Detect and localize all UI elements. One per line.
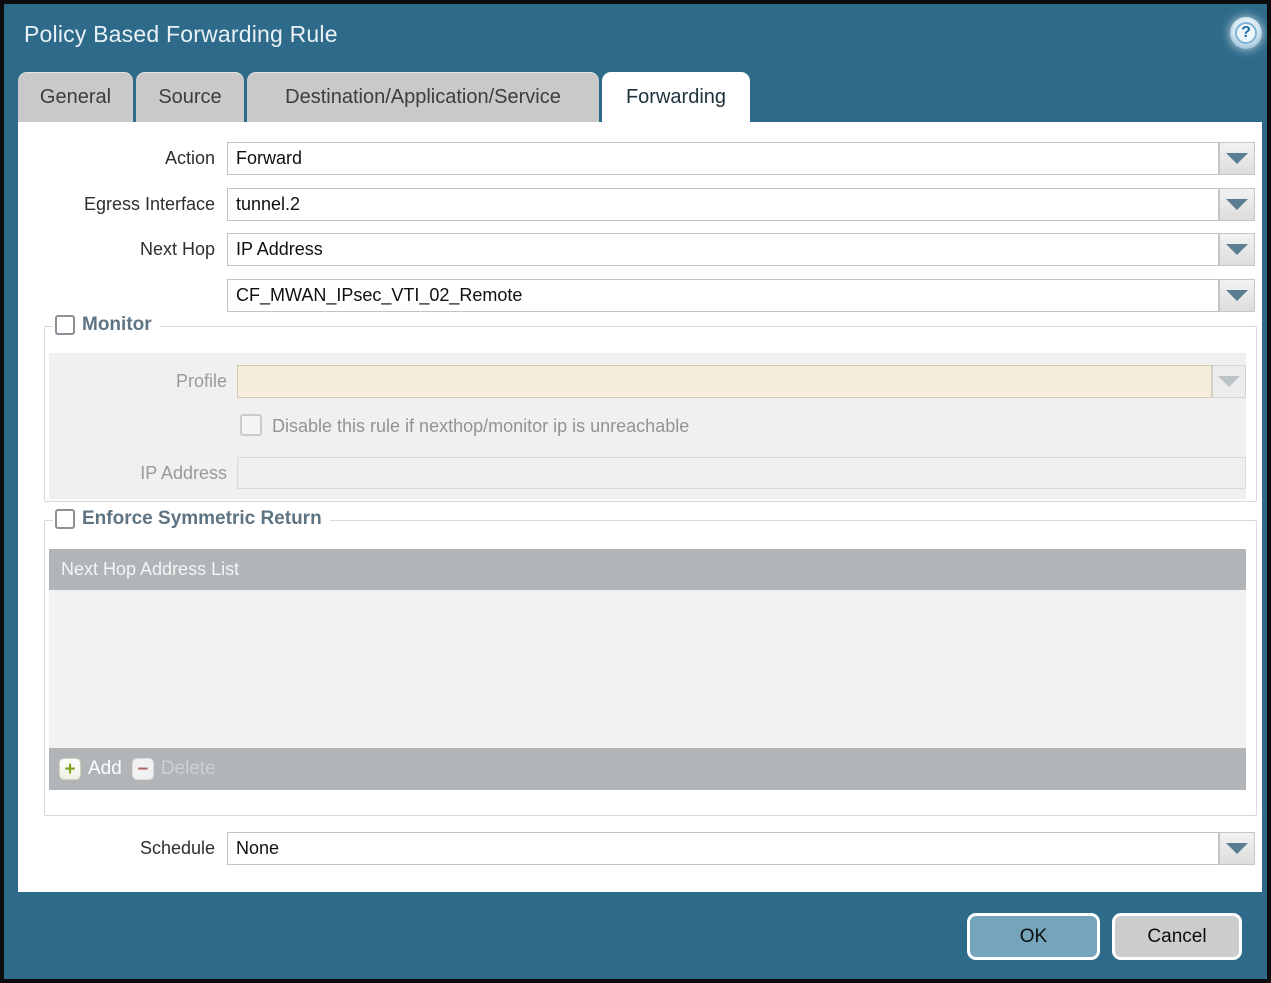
schedule-label: Schedule (18, 832, 215, 865)
monitor-fieldset: Monitor Profile Disable this rule if nex… (44, 326, 1257, 502)
monitor-profile-dropdown-button (1212, 365, 1246, 398)
next-hop-address-list-header: Next Hop Address List (49, 549, 1246, 590)
tab-forwarding-label: Forwarding (626, 86, 726, 109)
dialog-title: Policy Based Forwarding Rule (24, 21, 338, 48)
action-input[interactable] (227, 142, 1219, 175)
next-hop-address-list-header-label: Next Hop Address List (61, 559, 239, 580)
ok-button[interactable]: OK (967, 913, 1100, 960)
help-icon[interactable]: ? (1230, 17, 1262, 49)
plus-icon: + (59, 758, 81, 780)
enforce-symmetric-return-fieldset: Enforce Symmetric Return Next Hop Addres… (44, 520, 1257, 816)
delete-button: − Delete (132, 758, 216, 780)
ok-button-label: OK (1020, 926, 1047, 948)
chevron-down-icon (1226, 290, 1248, 301)
tab-forwarding[interactable]: Forwarding (602, 72, 750, 123)
egress-interface-label: Egress Interface (18, 188, 215, 221)
next-hop-label: Next Hop (18, 233, 215, 266)
next-hop-address-input[interactable] (227, 279, 1219, 312)
next-hop-address-dropdown-button[interactable] (1219, 279, 1255, 312)
next-hop-address-list-toolbar: + Add − Delete (49, 748, 1246, 790)
schedule-input[interactable] (227, 832, 1219, 865)
tab-general-label: General (40, 86, 111, 109)
cancel-button[interactable]: Cancel (1112, 913, 1242, 960)
minus-icon: − (132, 758, 154, 780)
enforce-symmetric-return-checkbox[interactable] (55, 509, 75, 529)
chevron-down-icon (1218, 376, 1240, 387)
schedule-dropdown-button[interactable] (1219, 832, 1255, 865)
disable-rule-checkbox (240, 414, 262, 436)
monitor-legend: Monitor (53, 314, 160, 336)
monitor-legend-label: Monitor (82, 314, 152, 336)
cancel-button-label: Cancel (1147, 926, 1206, 948)
chevron-down-icon (1226, 153, 1248, 164)
action-label: Action (18, 142, 215, 175)
disable-rule-label: Disable this rule if nexthop/monitor ip … (272, 416, 689, 437)
monitor-checkbox[interactable] (55, 315, 75, 335)
monitor-profile-input (237, 365, 1212, 398)
delete-button-label: Delete (161, 758, 216, 780)
tab-destination-label: Destination/Application/Service (285, 86, 561, 109)
tab-destination-application-service[interactable]: Destination/Application/Service (247, 72, 599, 122)
monitor-ip-address-input (237, 457, 1246, 489)
tab-source[interactable]: Source (136, 72, 244, 122)
enforce-symmetric-return-legend: Enforce Symmetric Return (53, 508, 330, 530)
next-hop-address-list-body[interactable] (49, 590, 1246, 748)
add-button-label: Add (88, 758, 122, 780)
enforce-symmetric-return-label: Enforce Symmetric Return (82, 508, 322, 530)
action-dropdown-button[interactable] (1219, 142, 1255, 175)
monitor-panel: Profile Disable this rule if nexthop/mon… (49, 353, 1246, 499)
egress-interface-dropdown-button[interactable] (1219, 188, 1255, 221)
chevron-down-icon (1226, 199, 1248, 210)
forwarding-tab-panel: Action Egress Interface Next Hop Monitor (18, 122, 1262, 892)
next-hop-type-input[interactable] (227, 233, 1219, 266)
add-button[interactable]: + Add (59, 758, 122, 780)
chevron-down-icon (1226, 843, 1248, 854)
monitor-ip-address-label: IP Address (49, 457, 227, 490)
egress-interface-input[interactable] (227, 188, 1219, 221)
tab-general[interactable]: General (18, 72, 133, 122)
monitor-profile-label: Profile (49, 365, 227, 398)
help-icon-glyph: ? (1235, 22, 1257, 44)
next-hop-type-dropdown-button[interactable] (1219, 233, 1255, 266)
chevron-down-icon (1226, 244, 1248, 255)
tab-source-label: Source (158, 86, 221, 109)
pbf-rule-dialog: Policy Based Forwarding Rule ? General S… (0, 0, 1271, 983)
